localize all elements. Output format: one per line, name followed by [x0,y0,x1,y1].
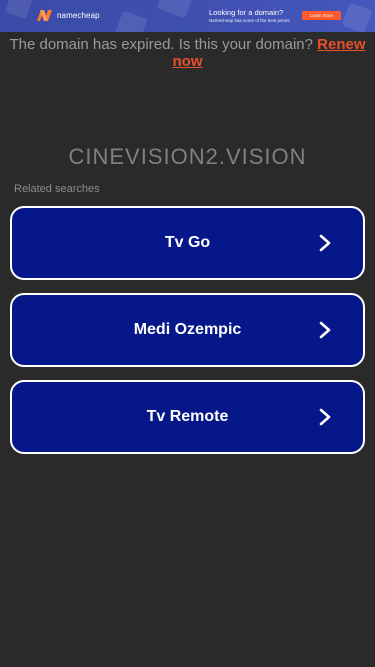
namecheap-logo[interactable]: namecheap [36,9,100,22]
brand-name: namecheap [57,11,100,20]
banner-decoration [156,0,194,19]
related-search-button-medi-ozempic[interactable]: Medi Ozempic [10,293,365,367]
chevron-right-icon [317,407,333,427]
banner-decoration [4,0,34,20]
banner-decoration [114,10,148,32]
ad-pitch: Looking for a domain? Namecheap has some… [209,8,290,24]
related-searches-label: Related searches [14,183,100,195]
domain-title: CINEVISION2.VISION [68,144,307,169]
banner-decoration [341,2,373,32]
related-search-label: Medi Ozempic [133,321,242,338]
namecheap-ad-banner[interactable]: namecheap Looking for a domain? Namechea… [0,0,375,32]
learn-more-button[interactable]: Learn more [302,11,341,20]
related-search-label: Tv Remote [146,408,229,425]
related-search-button-tv-go[interactable]: Tv Go [10,206,365,280]
expired-text: The domain has expired. Is this your dom… [9,36,313,53]
related-search-button-tv-remote[interactable]: Tv Remote [10,380,365,454]
ad-subline: Namecheap has some of the best prices [209,18,290,23]
related-search-label: Tv Go [164,234,211,251]
namecheap-logo-icon [36,9,53,22]
ad-headline: Looking for a domain? [209,8,284,17]
chevron-right-icon [317,233,333,253]
chevron-right-icon [317,320,333,340]
domain-expired-notice: The domain has expired. Is this your dom… [0,36,375,70]
